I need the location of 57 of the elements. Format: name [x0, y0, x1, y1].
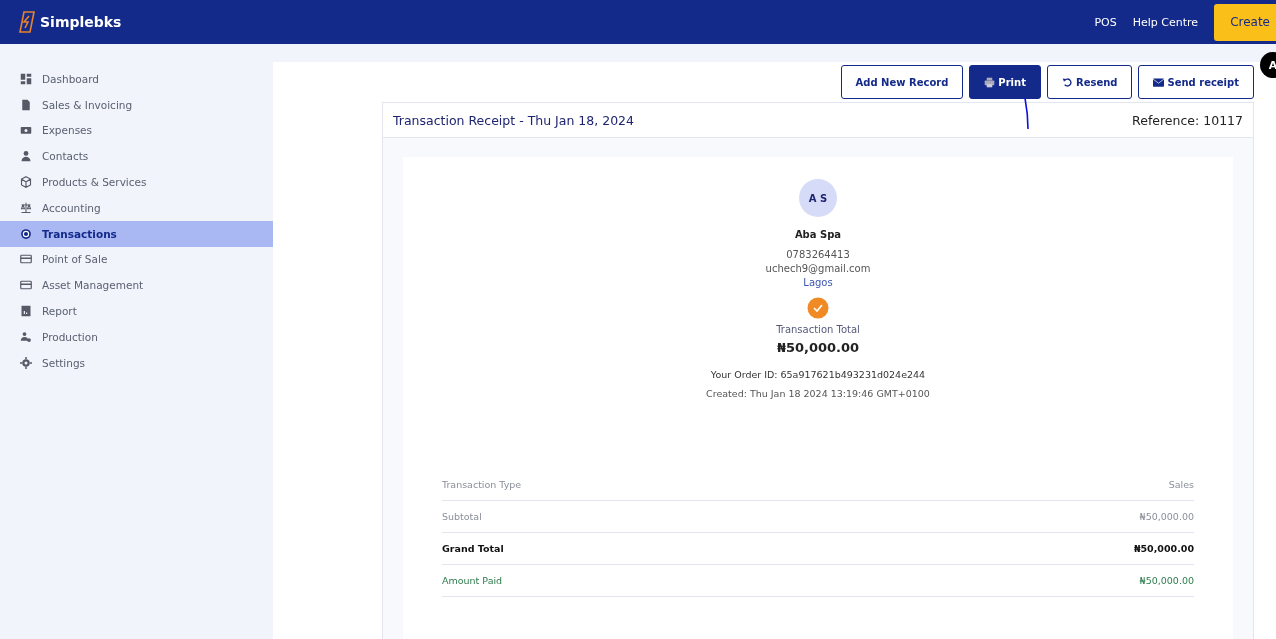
envelope-icon — [1153, 76, 1165, 88]
row-value: ₦50,000.00 — [1139, 511, 1194, 522]
row-label: Grand Total — [442, 543, 504, 554]
action-button[interactable]: Resend — [1046, 65, 1133, 99]
row-value: Sales — [1168, 479, 1194, 490]
sidebar-item[interactable]: Accounting — [0, 195, 273, 221]
sidebar-item[interactable]: Contacts — [0, 143, 273, 170]
circle-icon — [20, 227, 32, 240]
banknote-icon — [20, 124, 32, 137]
customer-phone: 0783264413 — [786, 249, 850, 260]
dashboard-icon — [20, 72, 32, 85]
initials-avatar: A S — [799, 179, 837, 217]
pen-stroke — [1024, 98, 1030, 130]
total-label: Transaction Total — [776, 324, 860, 335]
row-value: ₦50,000.00 — [1139, 575, 1194, 586]
row-value: ₦50,000.00 — [1133, 543, 1194, 554]
document-icon — [20, 98, 32, 111]
logo-icon — [18, 11, 36, 33]
row-label: Subtotal — [442, 511, 482, 522]
card-icon — [20, 279, 32, 292]
printer-icon — [984, 76, 996, 88]
scales-icon — [20, 201, 32, 214]
action-button[interactable]: Print — [969, 65, 1041, 99]
created-date: Created: Thu Jan 18 2024 13:19:46 GMT+0100 — [706, 388, 930, 399]
sidebar-item[interactable]: Products & Services — [0, 169, 273, 195]
create-button[interactable]: Create — [1214, 3, 1276, 41]
reference-number: Reference: 10117 — [1132, 112, 1243, 128]
sidebar-item[interactable]: Expenses — [0, 117, 273, 144]
sidebar-item[interactable]: Transactions — [0, 220, 273, 247]
customer-email: uchech9@gmail.com — [765, 263, 871, 274]
check-icon — [807, 297, 829, 319]
sidebar-item[interactable]: Dashboard — [0, 66, 273, 92]
receipt-title: Transaction Receipt - Thu Jan 18, 2024 — [393, 112, 634, 128]
row-label: Transaction Type — [442, 479, 522, 490]
undo-icon — [1061, 76, 1073, 88]
brand-name: Simplebks — [40, 14, 122, 30]
sidebar-item[interactable]: Production — [0, 323, 273, 350]
action-button[interactable]: Send receipt — [1138, 65, 1254, 99]
sidebar-item[interactable]: Settings — [0, 349, 273, 376]
sidebar-item[interactable]: Sales & Invoicing — [0, 91, 273, 118]
box-icon — [20, 176, 32, 189]
sidebar-item[interactable]: Point of Sale — [0, 246, 273, 273]
person-icon — [20, 150, 32, 163]
people-icon — [20, 330, 32, 343]
sidebar-item[interactable]: Asset Management — [0, 272, 273, 299]
row-label: Amount Paid — [442, 575, 503, 586]
chart-icon — [20, 305, 32, 318]
customer-name: Aba Spa — [794, 229, 842, 240]
customer-city: Lagos — [803, 277, 833, 288]
action-button[interactable]: Add New Record — [840, 65, 964, 99]
nav-link[interactable]: POS — [1094, 15, 1117, 29]
order-id: Your Order ID: 65a917621b493231d024e244 — [710, 369, 926, 380]
nav-link[interactable]: Help Centre — [1132, 15, 1199, 29]
card-icon — [20, 253, 32, 266]
sidebar-item[interactable]: Report — [0, 298, 273, 324]
total-amount: ₦50,000.00 — [776, 340, 860, 355]
settings-icon — [20, 356, 32, 369]
